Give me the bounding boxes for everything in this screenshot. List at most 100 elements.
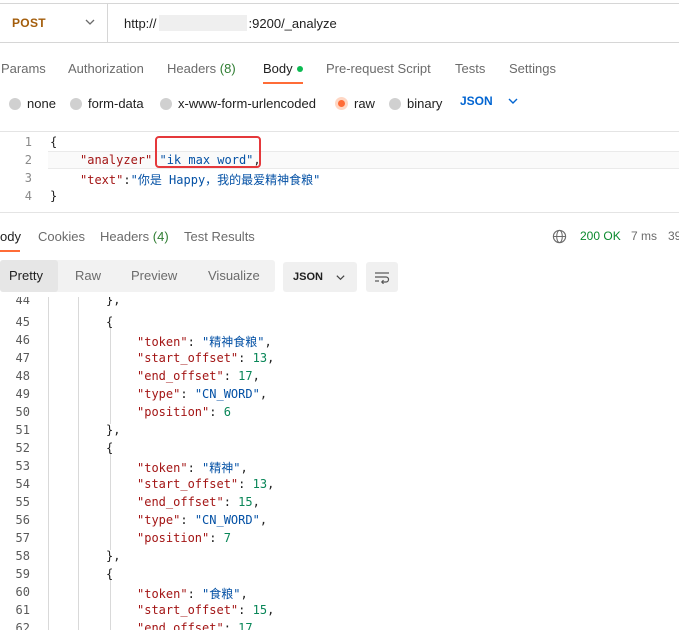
radio-x-www-form-urlencoded[interactable]: x-www-form-urlencoded xyxy=(160,96,316,111)
url-prefix: http:// xyxy=(124,15,157,31)
indent-guide xyxy=(110,450,111,550)
view-mode-raw[interactable]: Raw xyxy=(75,268,101,283)
line-number: 58 xyxy=(15,549,30,563)
tab-headers-label: Headers xyxy=(167,60,217,76)
method-label: POST xyxy=(12,16,46,30)
tab-body[interactable]: Body xyxy=(263,61,303,76)
json-string: "CN_WORD" xyxy=(194,513,260,527)
resp-tab-headers-label: Headers xyxy=(100,229,150,244)
code-line: "start_offset": 13, xyxy=(137,477,275,491)
url-suffix: :9200/_analyze xyxy=(248,15,337,31)
indent-guide xyxy=(48,297,49,630)
code-line: "token": "食粮", xyxy=(137,587,248,601)
wrap-lines-icon xyxy=(375,272,390,284)
chevron-down-icon xyxy=(336,274,345,280)
radio-binary-label: binary xyxy=(407,96,443,111)
code-brace: }, xyxy=(106,549,121,563)
json-key: "token" xyxy=(137,335,188,349)
response-format-select[interactable]: JSON xyxy=(283,262,357,292)
line-number: 60 xyxy=(15,585,30,599)
request-body-editor[interactable]: 1 2 3 4 { "analyzer":"ik_max_word", "tex… xyxy=(0,131,679,213)
json-key: "start_offset" xyxy=(137,477,239,491)
tab-tests[interactable]: Tests xyxy=(455,61,485,76)
code-line: "start_offset": 13, xyxy=(137,351,275,365)
json-number: 17 xyxy=(238,621,253,630)
line-number: 56 xyxy=(15,513,30,527)
indent-guide xyxy=(110,576,111,630)
code-line: "position": 6 xyxy=(137,405,231,419)
json-number: 17 xyxy=(238,369,253,383)
tab-params[interactable]: Params xyxy=(1,61,46,76)
body-format-select[interactable]: JSON xyxy=(460,94,519,108)
code-line: "type": "CN_WORD", xyxy=(137,513,268,527)
response-format-label: JSON xyxy=(293,271,323,283)
line-number: 55 xyxy=(15,495,30,509)
code-brace: }, xyxy=(106,297,121,307)
tab-headers-count: (8) xyxy=(219,60,236,76)
code-line: "token": "精神食粮", xyxy=(137,335,272,349)
line-number: 47 xyxy=(15,351,30,365)
radio-raw-label: raw xyxy=(354,96,375,111)
json-number: 6 xyxy=(223,405,231,419)
url-input[interactable]: http:// :9200/_analyze xyxy=(108,15,337,31)
view-mode-preview[interactable]: Preview xyxy=(131,268,177,283)
radio-none[interactable]: none xyxy=(9,96,56,111)
radio-binary[interactable]: binary xyxy=(389,96,442,111)
line-number: 52 xyxy=(15,441,30,455)
code-line: "end_offset": 17 xyxy=(137,621,253,630)
line-number: 53 xyxy=(15,459,30,473)
globe-icon[interactable] xyxy=(552,229,567,244)
radio-circle xyxy=(160,97,172,110)
tab-authorization[interactable]: Authorization xyxy=(68,61,144,76)
response-body-viewer[interactable]: 44 45 46 47 48 49 50 51 52 53 54 55 56 5… xyxy=(0,297,679,630)
line-number: 62 xyxy=(15,621,30,630)
line-number: 51 xyxy=(15,423,30,437)
method-selector[interactable]: POST xyxy=(0,4,108,42)
json-key: "analyzer" xyxy=(80,153,153,167)
tab-pre-request-script[interactable]: Pre-request Script xyxy=(326,61,431,76)
wrap-lines-button[interactable] xyxy=(366,262,398,292)
json-string: "精神食粮" xyxy=(202,335,265,349)
json-key: "end_offset" xyxy=(137,495,224,509)
code-open-brace: { xyxy=(50,135,58,149)
resp-tab-test-results[interactable]: Test Results xyxy=(184,229,255,244)
radio-urlencoded-label: x-www-form-urlencoded xyxy=(178,96,316,111)
tab-headers[interactable]: Headers (8) xyxy=(167,61,236,76)
json-number: 13 xyxy=(252,477,268,491)
code-brace: }, xyxy=(106,423,121,437)
json-key: "token" xyxy=(137,461,188,475)
resp-tab-headers[interactable]: Headers (4) xyxy=(100,229,169,244)
line-number: 44 xyxy=(15,297,30,307)
request-url-bar: POST http:// :9200/_analyze xyxy=(0,3,679,43)
resp-tab-cookies[interactable]: Cookies xyxy=(38,229,85,244)
line-number: 3 xyxy=(24,171,32,185)
green-dot-icon xyxy=(296,66,303,73)
resp-tab-body[interactable]: ody xyxy=(0,229,21,244)
radio-form-data[interactable]: form-data xyxy=(70,96,144,111)
json-string: "食粮" xyxy=(202,587,241,601)
json-string: "你是 Happy，我的最爱精神食粮" xyxy=(130,173,321,187)
url-redacted-host xyxy=(158,15,247,31)
response-size[interactable]: 39 xyxy=(668,229,679,243)
tab-settings[interactable]: Settings xyxy=(509,61,556,76)
json-key: "start_offset" xyxy=(137,603,239,617)
line-number: 59 xyxy=(15,567,30,581)
response-status-code[interactable]: 200 OK xyxy=(580,229,621,243)
json-key: "position" xyxy=(137,405,210,419)
code-line: "end_offset": 15, xyxy=(137,495,260,509)
line-number: 48 xyxy=(15,369,30,383)
line-number: 2 xyxy=(24,153,32,167)
radio-raw[interactable]: raw xyxy=(335,96,375,111)
radio-circle xyxy=(389,97,401,110)
json-key: "end_offset" xyxy=(137,369,224,383)
json-key: "start_offset" xyxy=(137,351,239,365)
json-number: 15 xyxy=(238,495,253,509)
code-line: "end_offset": 17, xyxy=(137,369,260,383)
line-number: 1 xyxy=(24,135,32,149)
view-mode-visualize[interactable]: Visualize xyxy=(208,268,260,283)
radio-circle xyxy=(70,97,82,110)
response-time[interactable]: 7 ms xyxy=(631,229,657,243)
json-key: "type" xyxy=(137,513,181,527)
view-mode-pretty[interactable]: Pretty xyxy=(9,268,43,283)
json-string: "CN_WORD" xyxy=(194,387,260,401)
